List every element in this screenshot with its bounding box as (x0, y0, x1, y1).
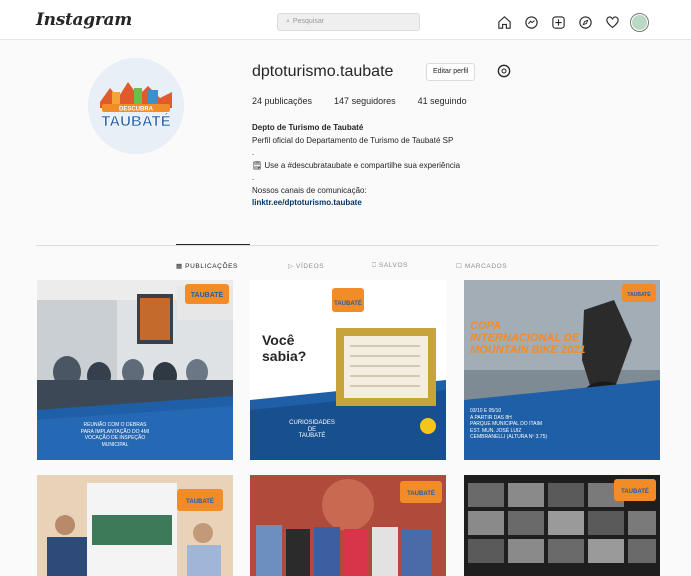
bio-line: . (252, 148, 255, 157)
profile-logo-top: DESCUBRA (119, 107, 154, 113)
active-tab-indicator (176, 244, 250, 245)
tab-publicacoes[interactable]: ▦ PUBLICAÇÕES (176, 262, 238, 270)
tagged-icon: ☐ (456, 263, 463, 270)
post-title: COPA INTERNACIONAL DE MOUNTAIN BIKE 2021 (470, 320, 586, 356)
nav-icons (496, 12, 649, 32)
posts-count[interactable]: 24 publicações (252, 96, 312, 106)
post-thumbnail[interactable]: TAUBATÉ COPA INTERNACIONAL DE MOUNTAIN B… (464, 280, 660, 460)
explore-icon[interactable] (577, 14, 594, 31)
activity-heart-icon[interactable] (604, 14, 621, 31)
profile-stats: 24 publicações 147 seguidores 41 seguind… (252, 96, 467, 106)
post-thumbnail[interactable]: TAUBATÉ (464, 475, 660, 576)
following-count[interactable]: 41 seguindo (418, 96, 467, 106)
post-thumbnail[interactable]: TAUBATÉ Você sabia? CURIOSIDADES DE TAUB… (250, 280, 446, 460)
edit-profile-button[interactable]: Editar perfil (426, 63, 476, 81)
svg-text:TAUBATÉ: TAUBATÉ (191, 290, 224, 299)
bio-line: 🗒 Use a #descubrataubate e compartilhe s… (252, 160, 461, 170)
post-caption: REUNIÃO COM O DEBRAS PARA IMPLANTAÇÃO DO… (80, 422, 150, 448)
search-icon: ⌕ (286, 18, 290, 25)
post-caption: CURIOSIDADES DE TAUBATÉ (289, 420, 335, 439)
profile-avatar[interactable] (630, 12, 649, 32)
bio-line: Nossos canais de comunicação: (252, 185, 367, 195)
settings-gear-icon[interactable] (496, 63, 512, 79)
search-input[interactable]: ⌕ Pesquisar (277, 13, 420, 31)
tabs-divider (36, 245, 658, 246)
svg-text:TAUBATÉ: TAUBATÉ (186, 497, 214, 505)
new-post-icon[interactable] (550, 14, 567, 31)
messenger-icon[interactable] (523, 14, 540, 31)
bio-name: Depto de Turismo de Taubaté (252, 123, 364, 132)
svg-text:TAUBATÉ: TAUBATÉ (407, 489, 435, 497)
tab-label: SALVOS (378, 262, 409, 269)
post-thumbnail[interactable]: TAUBATÉ (250, 475, 446, 576)
tab-label: MARCADOS (464, 263, 508, 270)
profile-username: dptoturismo.taubate (252, 63, 394, 80)
bio-line: . (252, 173, 255, 182)
grid-icon: ▦ (176, 263, 183, 270)
svg-text:TAUBATÉ: TAUBATÉ (621, 487, 649, 495)
profile-bio: Depto de Turismo de Taubaté Perfil ofici… (252, 122, 552, 210)
home-icon[interactable] (496, 14, 513, 31)
post-caption: 03/10 E 05/10 A PARTIR DAS 8H PARQUE MUN… (470, 408, 548, 440)
post-thumbnail[interactable]: TAUBATÉ (37, 475, 233, 576)
post-title: Você sabia? (262, 332, 307, 364)
profile-logo-main: TAUBATÉ (101, 113, 170, 130)
bookmark-icon: ⎕ (372, 262, 377, 269)
bio-link[interactable]: linktr.ee/dptoturismo.taubate (252, 197, 552, 210)
tab-marcados[interactable]: ☐ MARCADOS (456, 262, 507, 270)
tab-videos[interactable]: ▷ VÍDEOS (288, 262, 324, 270)
instagram-logo[interactable]: Instagram (36, 10, 132, 30)
svg-text:TAUBATÉ: TAUBATÉ (334, 299, 362, 307)
search-placeholder: Pesquisar (292, 18, 325, 25)
tab-label: VÍDEOS (296, 263, 325, 270)
avatar (630, 12, 649, 32)
tab-label: PUBLICAÇÕES (185, 263, 238, 270)
svg-text:TAUBATÉ: TAUBATÉ (627, 290, 651, 298)
bio-line: Perfil oficial do Departamento de Turism… (252, 135, 454, 145)
tab-salvos[interactable]: ⎕ SALVOS (372, 262, 408, 270)
followers-count[interactable]: 147 seguidores (334, 96, 396, 106)
profile-picture[interactable]: DESCUBRA TAUBATÉ (88, 58, 184, 154)
post-thumbnail[interactable]: TAUBATÉ REUNIÃO COM O DEBRAS PARA IMPLAN… (37, 280, 233, 460)
top-nav: Instagram ⌕ Pesquisar (0, 0, 691, 40)
video-icon: ▷ (288, 263, 294, 270)
